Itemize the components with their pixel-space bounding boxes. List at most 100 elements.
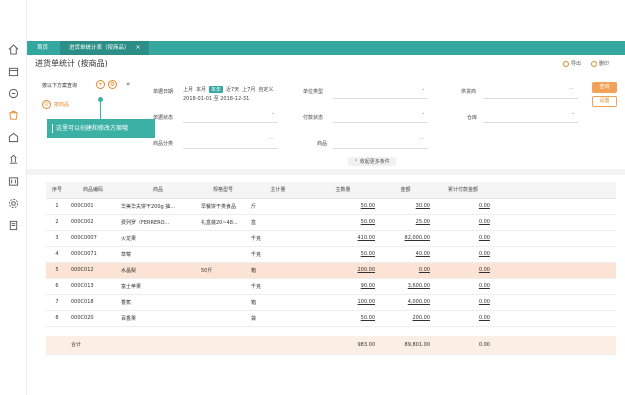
- chevron-down-icon[interactable]: ⌄: [421, 110, 425, 116]
- cell-amount[interactable]: 82,000.00: [378, 230, 433, 247]
- report-icon[interactable]: [8, 176, 19, 187]
- more-icon[interactable]: ···: [269, 136, 274, 142]
- cell-product: 费列罗（FERRERO...: [118, 214, 198, 231]
- cell-qty[interactable]: 100.00: [308, 294, 378, 311]
- more-icon[interactable]: ···: [419, 136, 424, 142]
- cell-code: 000C013: [68, 278, 118, 295]
- chevron-down-icon[interactable]: ⌄: [271, 110, 275, 116]
- cell-product: 富士苹果: [118, 278, 198, 295]
- settings-button[interactable]: 设置: [592, 96, 617, 107]
- cell-code: 000C001: [68, 198, 118, 215]
- col-filler: [493, 182, 616, 199]
- supplier-input[interactable]: [483, 98, 578, 99]
- col-spec[interactable]: 规格型号: [198, 182, 248, 199]
- document-icon[interactable]: [8, 220, 19, 231]
- date-btn-custom[interactable]: 自定义: [258, 86, 273, 93]
- cell-spec: [198, 310, 248, 327]
- collapse-icon[interactable]: «: [126, 80, 130, 88]
- cell-paid[interactable]: 0.00: [433, 198, 493, 215]
- cell-amount[interactable]: 4,000.00: [378, 294, 433, 311]
- date-btn-prev[interactable]: 上7月: [242, 86, 255, 93]
- query-button[interactable]: 查询: [592, 82, 617, 93]
- date-btn-this-month[interactable]: 本月: [196, 86, 206, 93]
- inventory-icon[interactable]: [8, 132, 19, 143]
- cell-amount[interactable]: 3,600.00: [378, 278, 433, 295]
- cell-amount[interactable]: 30.00: [378, 198, 433, 215]
- table-row[interactable]: 8 000C020 百香果 袋 50.00 200.00 0.00: [46, 310, 616, 327]
- cell-paid[interactable]: 0.00: [433, 262, 493, 279]
- table-row[interactable]: 6 000C013 富士苹果 千克 90.00 3,600.00 0.00: [46, 278, 616, 295]
- cell-qty[interactable]: 50.00: [308, 214, 378, 231]
- payment-status-select[interactable]: [333, 122, 428, 123]
- col-code[interactable]: 商品编码: [68, 182, 118, 199]
- cell-paid[interactable]: 0.00: [433, 278, 493, 295]
- settings-icon[interactable]: [8, 198, 19, 209]
- table-row[interactable]: 4 000C0071 草莓 千克 50.00 40.00 0.00: [46, 246, 616, 263]
- export-button[interactable]: 导出: [562, 60, 581, 67]
- cell-spec: [198, 278, 248, 295]
- chevron-down-icon[interactable]: ⌄: [571, 110, 575, 116]
- sum-blank: [118, 336, 198, 355]
- cell-spec: [198, 294, 248, 311]
- cell-qty[interactable]: 90.00: [308, 278, 378, 295]
- cell-amount[interactable]: 25.00: [378, 214, 433, 231]
- cell-code: 000C0007: [68, 230, 118, 247]
- cell-paid[interactable]: 0.00: [433, 214, 493, 231]
- table-row[interactable]: 5 000C012 水晶梨 50斤箱 200.00 0.00 0.00: [46, 262, 616, 279]
- cell-amount[interactable]: 40.00: [378, 246, 433, 263]
- date-btn-last-month[interactable]: 上月: [183, 86, 193, 93]
- col-amount[interactable]: 金额: [378, 182, 433, 199]
- col-index[interactable]: 序号: [46, 182, 68, 199]
- col-unit[interactable]: 主计量: [248, 182, 308, 199]
- cell-amount[interactable]: 0.00: [378, 262, 433, 279]
- tab-purchase-stats[interactable]: 进货单统计表（按商品） ×: [60, 41, 149, 55]
- home-icon[interactable]: [8, 44, 19, 55]
- cell-paid[interactable]: 0.00: [433, 246, 493, 263]
- tab-home[interactable]: 首页: [30, 41, 55, 55]
- edit-plan-icon[interactable]: ⚙: [108, 80, 117, 89]
- cell-amount[interactable]: 200.00: [378, 310, 433, 327]
- cell-qty[interactable]: 200.00: [308, 262, 378, 279]
- unit-type-select[interactable]: [333, 98, 428, 99]
- add-plan-icon[interactable]: +: [96, 80, 105, 89]
- cell-qty[interactable]: 410.00: [308, 230, 378, 247]
- table-row[interactable]: 1 000C001 华美华夫饼干200g 抽... 早餐饼干类食品斤 50.00 30.0…: [46, 198, 616, 215]
- sales-icon[interactable]: [8, 88, 19, 99]
- cell-product: 草莓: [118, 246, 198, 263]
- cell-qty[interactable]: 50.00: [308, 310, 378, 327]
- product-input[interactable]: [333, 148, 428, 149]
- print-button[interactable]: 删印: [590, 60, 609, 67]
- cell-paid[interactable]: 0.00: [433, 294, 493, 311]
- cell-paid[interactable]: 0.00: [433, 230, 493, 247]
- purchase-icon[interactable]: [8, 110, 19, 121]
- table-row[interactable]: 3 000C0007 火龙果 千克 410.00 82,000.00 0.00: [46, 230, 616, 247]
- cell-index: 8: [46, 310, 68, 327]
- col-paid[interactable]: 累计付款金额: [433, 182, 493, 199]
- chevron-down-icon[interactable]: ⌄: [421, 86, 425, 92]
- toggle-more-conditions[interactable]: ⌃ 收起更多条件: [348, 157, 396, 166]
- doc-status-label: 单据状态: [153, 115, 174, 121]
- cell-qty[interactable]: 50.00: [308, 198, 378, 215]
- doc-status-select[interactable]: [183, 122, 278, 123]
- cell-qty[interactable]: 50.00: [308, 246, 378, 263]
- date-btn-7days[interactable]: 近7天: [226, 86, 239, 93]
- date-btn-this-year[interactable]: 本年: [209, 86, 224, 93]
- table-row[interactable]: 2 000C002 费列罗（FERRERO... 礼盒装20~48... 盒 50.00 2…: [46, 214, 616, 231]
- cell-unit: 千克: [248, 278, 308, 295]
- plan-item-by-product[interactable]: ◎ 按商品: [42, 100, 69, 109]
- close-icon[interactable]: ×: [136, 44, 141, 51]
- col-product[interactable]: 商品: [118, 182, 198, 199]
- plan-heading: 按以下方案查询: [42, 83, 78, 89]
- calendar-icon[interactable]: [8, 66, 19, 77]
- col-qty[interactable]: 主数量: [308, 182, 378, 199]
- finance-icon[interactable]: [8, 154, 19, 165]
- category-input[interactable]: [183, 148, 278, 149]
- more-icon[interactable]: ···: [569, 86, 574, 92]
- date-range[interactable]: 2018-01-01 至 2018-12-31: [183, 95, 249, 102]
- cell-paid[interactable]: 0.00: [433, 310, 493, 327]
- cell-filler: [493, 310, 616, 327]
- table-row[interactable]: 7 000C018 香蕉 箱 100.00 4,000.00 0.00: [46, 294, 616, 311]
- cell-filler: [493, 198, 616, 215]
- warehouse-select[interactable]: [483, 122, 578, 123]
- cell-unit: 袋: [248, 310, 308, 327]
